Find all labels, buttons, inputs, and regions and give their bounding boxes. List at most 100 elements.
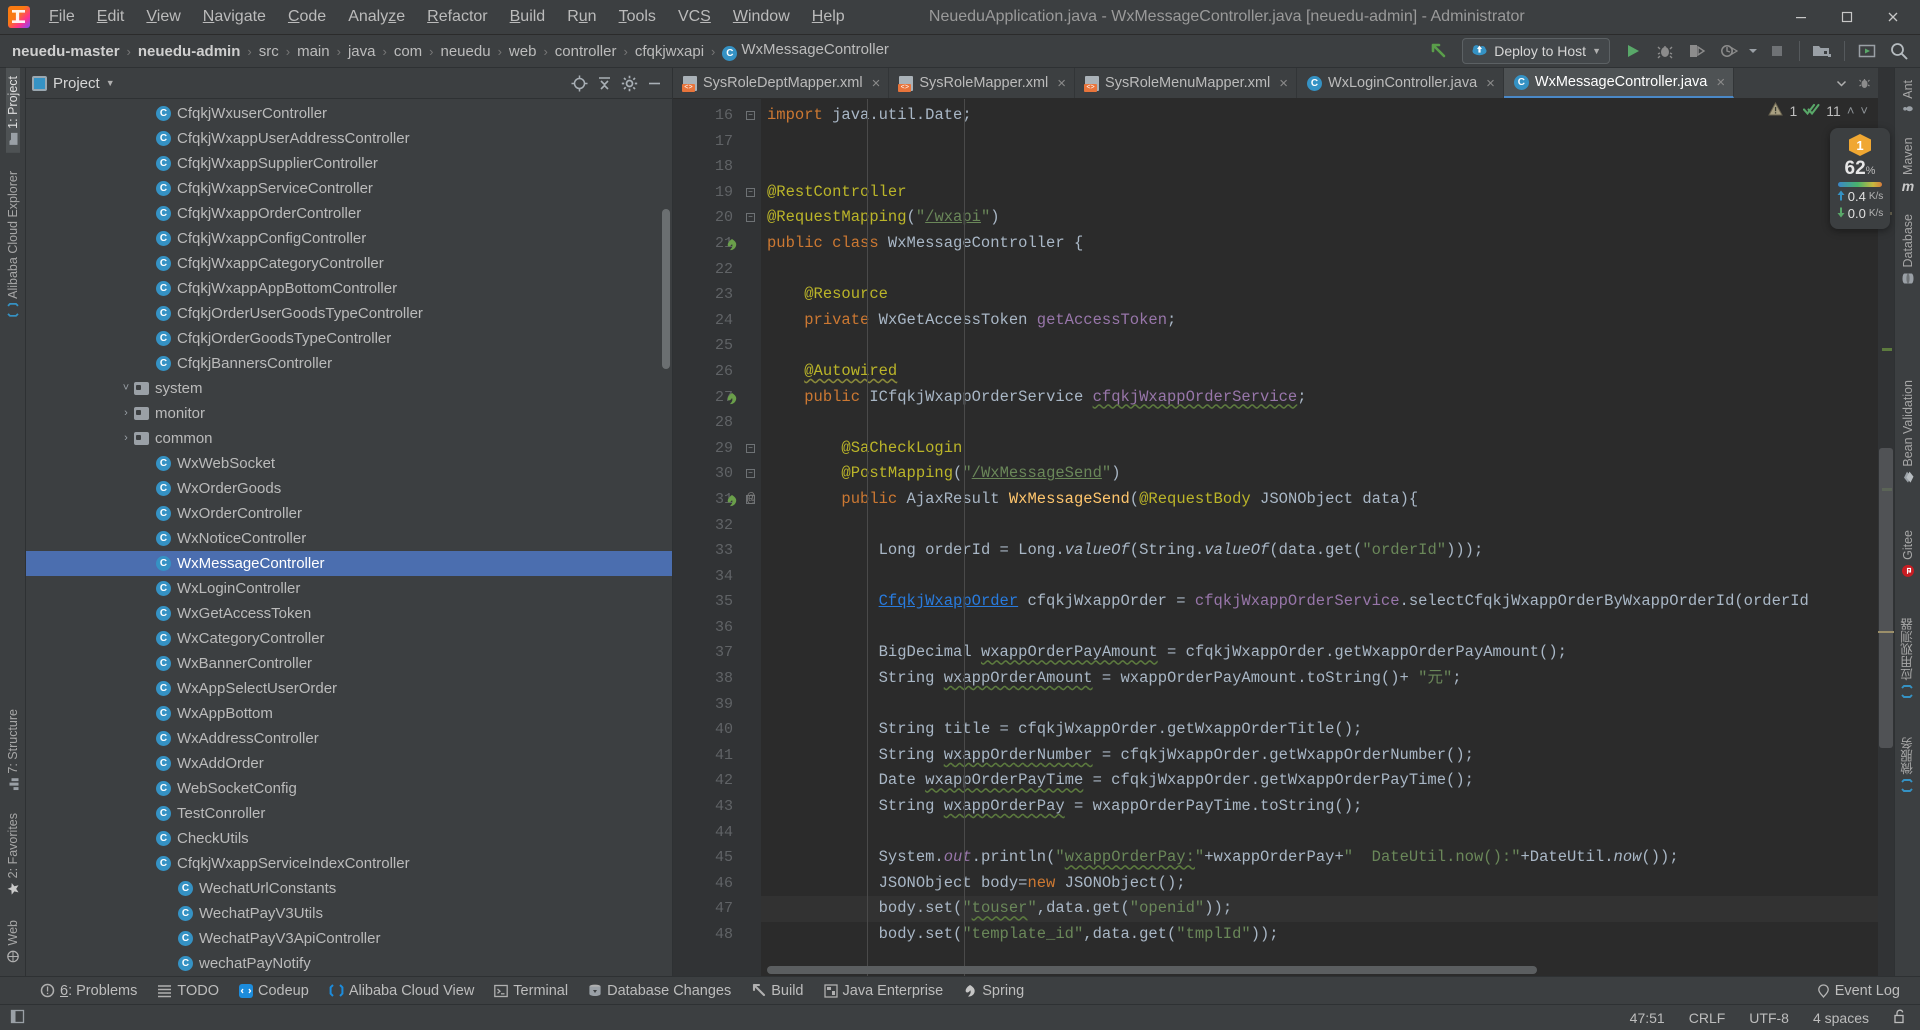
gutter-line[interactable]: 41	[673, 743, 761, 769]
code-line[interactable]: String wxappOrderAmount = wxappOrderPayA…	[761, 666, 1878, 692]
gutter-line[interactable]: 26	[673, 359, 761, 385]
breadcrumb-item-5[interactable]: com	[390, 41, 426, 62]
tree-class-node[interactable]: C WxOrderGoods	[26, 476, 672, 501]
gutter-line[interactable]: 42	[673, 768, 761, 794]
sidebar-item-project[interactable]: 1: Project	[5, 68, 20, 153]
menu-code[interactable]: Code	[277, 3, 337, 31]
code-line[interactable]	[761, 333, 1878, 359]
debug-button[interactable]	[1650, 37, 1680, 65]
search-everywhere-button[interactable]	[1884, 37, 1914, 65]
code-fold-icon[interactable]: −	[746, 213, 755, 223]
tree-class-node[interactable]: C CheckUtils	[26, 826, 672, 851]
code-line[interactable]: @RequestMapping("/wxapi")	[761, 205, 1878, 231]
tree-class-node[interactable]: C WxLoginController	[26, 576, 672, 601]
code-line[interactable]: @PostMapping("/WxMessageSend")	[761, 461, 1878, 487]
code-fold-icon[interactable]: −	[746, 443, 755, 453]
tree-class-node[interactable]: C WxCategoryController	[26, 626, 672, 651]
close-icon[interactable]: ×	[1057, 75, 1066, 92]
previous-problem-icon[interactable]: ˄	[1847, 103, 1855, 118]
menu-window[interactable]: Window	[722, 3, 801, 31]
code-line[interactable]: import java.util.Date;	[761, 103, 1878, 129]
tree-class-node[interactable]: C CfqkjOrderUserGoodsTypeController	[26, 301, 672, 326]
tool-window-button[interactable]: TODO	[147, 980, 229, 1002]
tool-window-button[interactable]: Spring	[953, 980, 1034, 1002]
tool-window-button[interactable]: Database Changes	[578, 980, 741, 1002]
sidebar-item-gitee[interactable]: Gitee	[1901, 522, 1915, 586]
target-icon[interactable]	[567, 71, 591, 95]
tree-class-node[interactable]: C WxGetAccessToken	[26, 601, 672, 626]
sidebar-item-bean-validation[interactable]: Bean Validation	[1901, 372, 1915, 492]
gutter-line[interactable]: 25	[673, 333, 761, 359]
next-problem-icon[interactable]: ˅	[1860, 103, 1868, 118]
gutter-line[interactable]: 30−	[673, 461, 761, 487]
breadcrumb-item-1[interactable]: neuedu-admin	[134, 41, 245, 62]
memory-network-widget[interactable]: 1 62% 0.4 K/s 0.0 K/s	[1830, 128, 1890, 229]
gutter-line[interactable]: 36	[673, 615, 761, 641]
run-button[interactable]	[1618, 37, 1648, 65]
code-line[interactable]	[761, 513, 1878, 539]
code-line[interactable]: Long orderId = Long.valueOf(String.value…	[761, 538, 1878, 564]
gutter-line[interactable]: 35	[673, 589, 761, 615]
notification-badge[interactable]: 1	[1849, 134, 1871, 156]
code-line[interactable]: @Autowired	[761, 359, 1878, 385]
sidebar-item-structure[interactable]: 7: Structure	[6, 701, 20, 798]
tree-class-node[interactable]: C WxAppBottom	[26, 701, 672, 726]
gutter-line[interactable]: 27	[673, 385, 761, 411]
editor-vertical-scrollbar[interactable]	[1879, 448, 1893, 748]
sidebar-item-maven[interactable]: m Maven	[1900, 129, 1916, 200]
breadcrumb-item-0[interactable]: neuedu-master	[8, 41, 124, 62]
gutter-line[interactable]: 33	[673, 538, 761, 564]
collapse-all-icon[interactable]	[592, 71, 616, 95]
menu-run[interactable]: Run	[556, 3, 607, 31]
code-line[interactable]: body.set("touser",data.get("openid"));	[761, 896, 1878, 922]
code-line[interactable]: CfqkjWxappOrder cfqkjWxappOrder = cfqkjW…	[761, 589, 1878, 615]
menu-refactor[interactable]: Refactor	[416, 3, 498, 31]
code-line[interactable]	[761, 129, 1878, 155]
code-line[interactable]: private WxGetAccessToken getAccessToken;	[761, 308, 1878, 334]
gutter-line[interactable]: 17	[673, 129, 761, 155]
tool-window-button[interactable]: Codeup	[229, 980, 319, 1002]
gutter-line[interactable]: 28	[673, 410, 761, 436]
tree-class-node[interactable]: C CfqkjWxuserController	[26, 101, 672, 126]
minimize-button[interactable]	[1778, 0, 1824, 35]
close-button[interactable]	[1870, 0, 1916, 35]
gutter-line[interactable]: 20−	[673, 205, 761, 231]
gutter-line[interactable]: 18	[673, 154, 761, 180]
code-line[interactable]	[761, 692, 1878, 718]
code-line[interactable]: JSONObject body=new JSONObject();	[761, 871, 1878, 897]
gutter-line[interactable]: 31− @	[673, 487, 761, 513]
gutter-line[interactable]: 48	[673, 922, 761, 948]
code-fold-icon[interactable]: −	[746, 469, 755, 479]
menu-navigate[interactable]: Navigate	[192, 3, 277, 31]
breadcrumb-item-7[interactable]: web	[505, 41, 541, 62]
event-log-button[interactable]: Event Log	[1807, 980, 1910, 1002]
menu-view[interactable]: View	[135, 3, 191, 31]
tool-window-button[interactable]: Build	[741, 980, 813, 1002]
menu-build[interactable]: Build	[499, 3, 557, 31]
code-editor[interactable]: 16−17 18 19−20−21 22 23 24 25 26 27 28 29−30−31− @3…	[673, 99, 1878, 976]
menu-file[interactable]: File	[38, 3, 86, 31]
gutter-line[interactable]: 29−	[673, 436, 761, 462]
gutter-line[interactable]: 39	[673, 692, 761, 718]
editor-tab[interactable]: SysRoleMapper.xml ×	[889, 68, 1076, 98]
menu-help[interactable]: Help	[801, 3, 856, 31]
gutter-line[interactable]: 21	[673, 231, 761, 257]
sidebar-item-favorites[interactable]: 2: Favorites	[6, 805, 20, 903]
stop-button[interactable]	[1762, 37, 1792, 65]
tool-window-button[interactable]: 6: Problems	[30, 980, 147, 1002]
breadcrumb-item-8[interactable]: controller	[551, 41, 621, 62]
tree-class-node[interactable]: C WxAddOrder	[26, 751, 672, 776]
tree-folder-node[interactable]: › monitor	[26, 401, 672, 426]
sidebar-item-app-monitor[interactable]: 应用观测器	[1898, 610, 1917, 706]
sidebar-item-database[interactable]: Database	[1901, 206, 1915, 293]
tree-class-node[interactable]: C WxAppSelectUserOrder	[26, 676, 672, 701]
gear-icon[interactable]	[617, 71, 641, 95]
tab-list-chevron-icon[interactable]	[1830, 71, 1852, 95]
code-line[interactable]	[761, 564, 1878, 590]
gutter-line[interactable]: 24	[673, 308, 761, 334]
tool-window-button[interactable]: Alibaba Cloud View	[319, 980, 484, 1002]
layout-icon[interactable]	[6, 1007, 29, 1029]
tree-class-node[interactable]: C WxOrderController	[26, 501, 672, 526]
tree-class-node[interactable]: C WechatPayV3Utils	[26, 901, 672, 926]
tree-class-node[interactable]: C CfqkjWxappSupplierController	[26, 151, 672, 176]
